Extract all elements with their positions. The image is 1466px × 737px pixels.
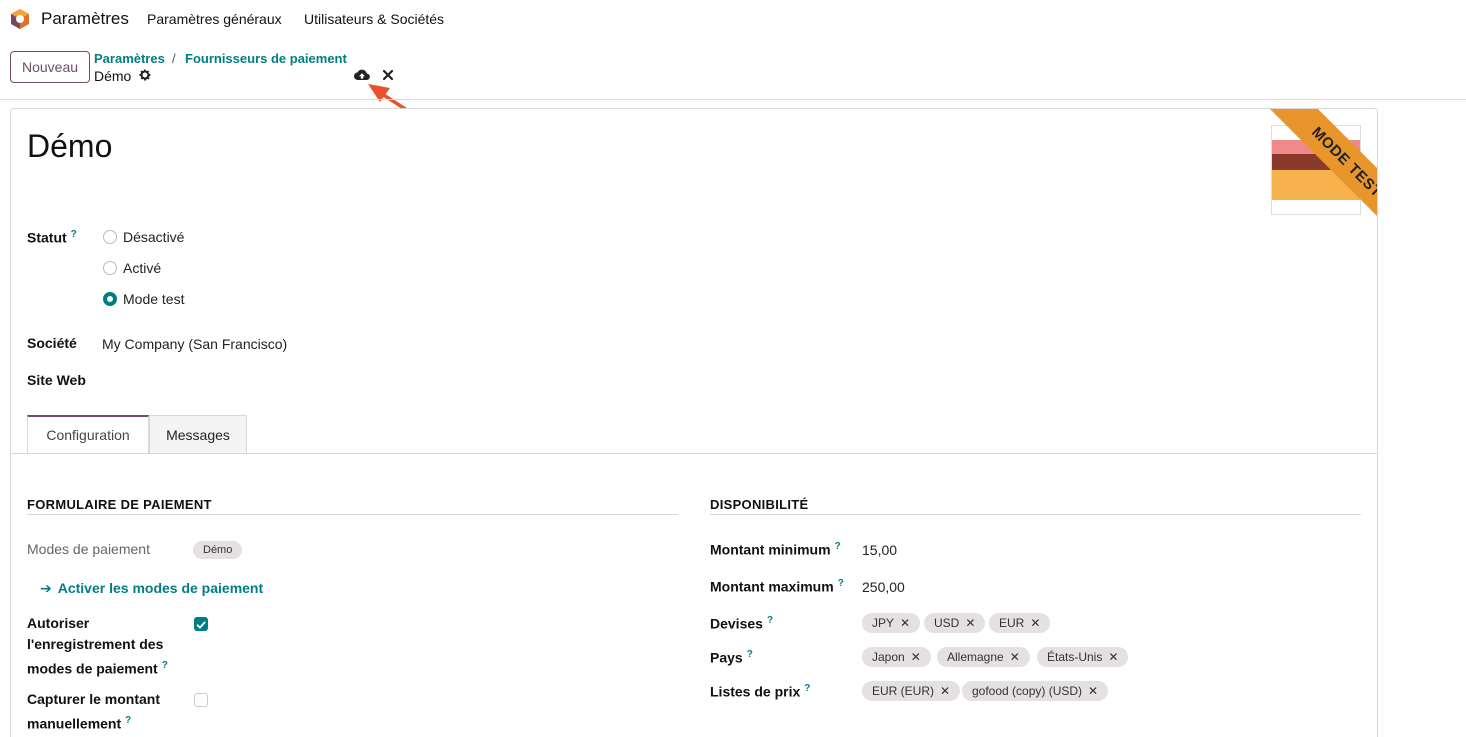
- website-label: Site Web: [27, 372, 86, 388]
- availability-section-line: [710, 514, 1361, 515]
- max-amount-field[interactable]: 250,00: [862, 579, 905, 595]
- test-mode-ribbon: MODE TEST: [1227, 109, 1377, 259]
- availability-section-title: DISPONIBILITÉ: [710, 497, 809, 512]
- close-icon[interactable]: ✕: [900, 616, 910, 630]
- allow-tokenization-checkbox[interactable]: [194, 617, 208, 631]
- breadcrumb-current: Démo: [94, 68, 132, 84]
- payment-method-tag: Démo: [193, 541, 243, 559]
- company-label: Société: [27, 335, 77, 351]
- currency-tag-label: EUR: [999, 616, 1025, 630]
- currency-tag: EUR ✕: [989, 613, 1051, 633]
- close-icon[interactable]: ✕: [1030, 616, 1040, 630]
- min-amount-label: Montant minimum?: [710, 541, 841, 558]
- app-name[interactable]: Paramètres: [41, 9, 129, 29]
- min-amount-field[interactable]: 15,00: [862, 542, 897, 558]
- status-help-icon[interactable]: ?: [71, 229, 77, 240]
- breadcrumb-payment-providers[interactable]: Fournisseurs de paiement: [185, 51, 347, 66]
- country-tag-label: États-Unis: [1047, 650, 1103, 664]
- country-tag: Japon ✕: [862, 647, 931, 667]
- menu-users-companies[interactable]: Utilisateurs & Sociétés: [304, 11, 444, 27]
- status-option-test[interactable]: Mode test: [123, 291, 184, 307]
- status-radio-test[interactable]: [103, 292, 117, 306]
- payment-methods-label: Modes de paiement: [27, 541, 150, 557]
- form-sheet: Démo MODE TEST Statut? Désactivé Activé …: [10, 108, 1378, 737]
- min-amount-help-icon[interactable]: ?: [835, 541, 841, 552]
- close-icon[interactable]: ✕: [911, 650, 921, 664]
- menu-general-settings[interactable]: Paramètres généraux: [147, 11, 282, 27]
- pricelists-label: Listes de prix?: [710, 683, 810, 700]
- close-icon[interactable]: ✕: [1108, 650, 1118, 664]
- currencies-label: Devises?: [710, 615, 773, 632]
- status-label: Statut?: [27, 229, 77, 246]
- currency-tag-label: JPY: [872, 616, 895, 630]
- countries-label-text: Pays: [710, 649, 743, 666]
- pricelist-tag-label: EUR (EUR): [872, 684, 934, 698]
- status-label-text: Statut: [27, 229, 67, 246]
- country-tag: Allemagne ✕: [937, 647, 1030, 667]
- countries-label: Pays?: [710, 649, 753, 666]
- allow-tokenization-line-2: l'enregistrement des: [27, 636, 164, 652]
- pricelists-label-text: Listes de prix: [710, 683, 801, 700]
- max-amount-help-icon[interactable]: ?: [838, 578, 844, 589]
- payment-form-section-line: [27, 514, 678, 515]
- close-icon[interactable]: ✕: [1010, 650, 1020, 664]
- close-icon[interactable]: ✕: [965, 616, 975, 630]
- company-field[interactable]: My Company (San Francisco): [102, 336, 287, 352]
- close-icon[interactable]: ✕: [1088, 684, 1098, 698]
- top-navbar: Paramètres Paramètres généraux Utilisate…: [0, 0, 1466, 38]
- allow-tokenization-line-3: modes de paiement: [27, 660, 158, 677]
- allow-tokenization-label: Autoriser l'enregistrement des modes de …: [27, 613, 187, 680]
- countries-help-icon[interactable]: ?: [747, 649, 753, 660]
- max-amount-label: Montant maximum?: [710, 578, 844, 595]
- activate-payment-methods-link[interactable]: ➔ Activer les modes de paiement: [40, 580, 263, 597]
- allow-tokenization-line-1: Autoriser: [27, 615, 90, 631]
- check-icon: [196, 621, 206, 629]
- currencies-help-icon[interactable]: ?: [767, 615, 773, 626]
- allow-tokenization-help-icon[interactable]: ?: [162, 660, 168, 671]
- website-field[interactable]: [102, 372, 402, 390]
- capture-manually-label: Capturer le montant manuellement?: [27, 689, 187, 735]
- currencies-label-text: Devises: [710, 615, 763, 632]
- tab-messages[interactable]: Messages: [149, 415, 247, 454]
- payment-form-section-title: FORMULAIRE DE PAIEMENT: [27, 497, 212, 512]
- breadcrumb-settings[interactable]: Paramètres: [94, 51, 165, 66]
- country-tag-label: Allemagne: [947, 650, 1004, 664]
- capture-manually-checkbox[interactable]: [194, 693, 208, 707]
- gear-icon[interactable]: [138, 68, 152, 82]
- max-amount-label-text: Montant maximum: [710, 578, 834, 595]
- country-tag: États-Unis ✕: [1037, 647, 1129, 667]
- capture-manually-line-2: manuellement: [27, 715, 122, 732]
- pricelists-help-icon[interactable]: ?: [804, 683, 810, 694]
- arrow-right-icon: ➔: [40, 580, 52, 596]
- tab-configuration[interactable]: Configuration: [27, 415, 149, 454]
- odoo-logo-icon[interactable]: [10, 8, 30, 30]
- breadcrumb-separator: /: [172, 51, 176, 66]
- status-radio-disabled[interactable]: [103, 230, 117, 244]
- currency-tag-label: USD: [934, 616, 960, 630]
- pricelist-tag: gofood (copy) (USD) ✕: [962, 681, 1109, 701]
- status-option-enabled[interactable]: Activé: [123, 260, 161, 276]
- currency-tag: USD ✕: [924, 613, 986, 633]
- pricelist-tag-label: gofood (copy) (USD): [972, 684, 1083, 698]
- close-icon[interactable]: ✕: [940, 684, 950, 698]
- pricelist-tag: EUR (EUR) ✕: [862, 681, 961, 701]
- payment-method-tag-label: Démo: [203, 544, 233, 556]
- capture-manually-line-1: Capturer le montant: [27, 691, 161, 707]
- status-radio-enabled[interactable]: [103, 261, 117, 275]
- activate-payment-methods-label: Activer les modes de paiement: [57, 580, 264, 596]
- tabs-divider: [11, 453, 1377, 454]
- new-button[interactable]: Nouveau: [10, 51, 90, 83]
- status-option-disabled[interactable]: Désactivé: [123, 229, 184, 245]
- ribbon-label: MODE TEST: [1257, 109, 1377, 252]
- record-title: Démo: [27, 128, 113, 164]
- currency-tag: JPY ✕: [862, 613, 921, 633]
- min-amount-label-text: Montant minimum: [710, 541, 831, 558]
- control-panel-divider: [0, 99, 1466, 100]
- capture-manually-help-icon[interactable]: ?: [125, 715, 131, 726]
- country-tag-label: Japon: [872, 650, 905, 664]
